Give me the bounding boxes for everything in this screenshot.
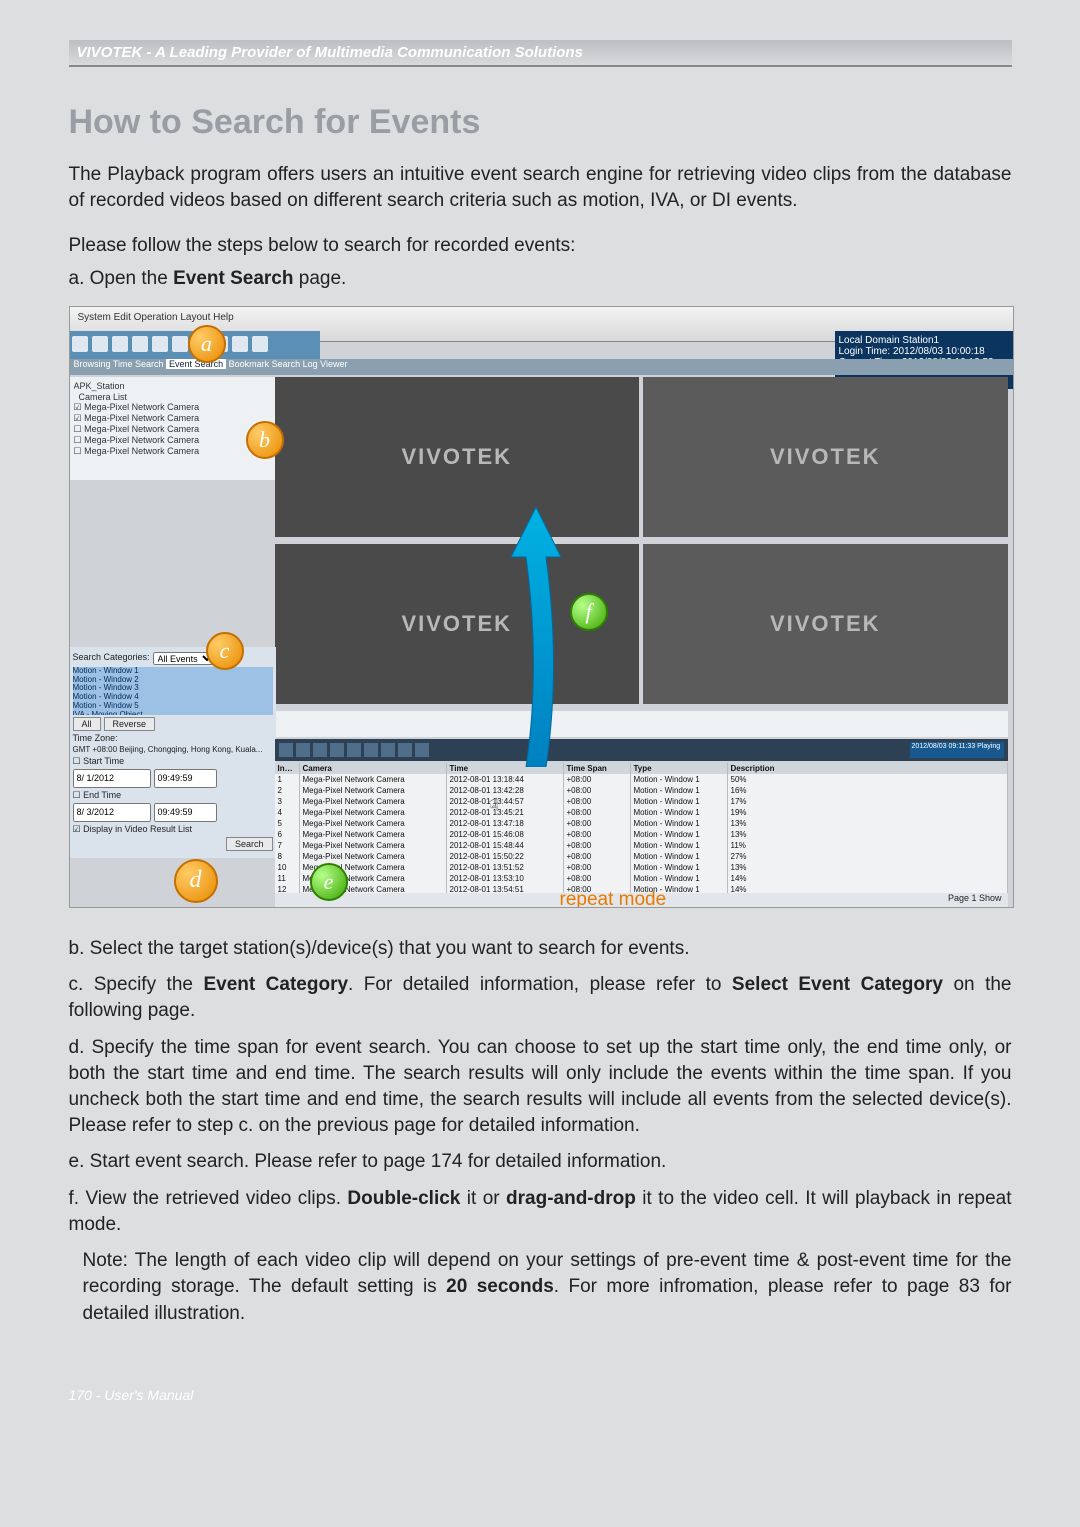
table-row[interactable]: 3Mega-Pixel Network Camera2012-08-01 13:…	[275, 796, 1008, 807]
col-description: Description	[728, 763, 1008, 774]
step-d: d. Specify the time span for event searc…	[69, 1035, 1012, 1140]
badge-c: c	[206, 632, 244, 670]
col-timespan: Time Span	[564, 763, 631, 774]
end-icon[interactable]	[415, 743, 429, 757]
display-checkbox[interactable]: ☑ Display in Video Result List	[73, 824, 192, 835]
ptz-icon[interactable]	[172, 336, 188, 352]
search-panel: Search Categories: All Events Motion - W…	[70, 647, 276, 858]
video-cell[interactable]: VIVOTEK	[643, 544, 1008, 704]
col-index: Index	[275, 763, 300, 774]
step-b: b. Select the target station(s)/device(s…	[69, 936, 1012, 962]
timezone-label: Time Zone:	[73, 733, 118, 743]
wizard-icon[interactable]	[92, 336, 108, 352]
table-row[interactable]: 4Mega-Pixel Network Camera2012-08-01 13:…	[275, 807, 1008, 818]
step-note: Note: The length of each video clip will…	[69, 1248, 1012, 1327]
rev-icon[interactable]	[364, 743, 378, 757]
tree-item[interactable]: ☐ Mega-Pixel Network Camera	[74, 446, 274, 457]
screenshot-figure: System Edit Operation Layout Help Local …	[69, 306, 1014, 908]
ff-icon[interactable]	[381, 743, 395, 757]
table-row[interactable]: 5Mega-Pixel Network Camera2012-08-01 13:…	[275, 818, 1008, 829]
timezone-value: GMT +08:00 Beijing, Chongqing, Hong Kong…	[73, 745, 263, 754]
power-icon[interactable]	[72, 336, 88, 352]
badge-d: d	[174, 859, 218, 903]
playback-controls: 2012/08/03 09:11:33 Playing	[275, 739, 1008, 761]
stop-icon[interactable]	[313, 743, 327, 757]
page-footer: 170 - User's Manual	[69, 1387, 1012, 1403]
list-item[interactable]: IVA - Moving Object	[73, 711, 273, 715]
tab-bookmark[interactable]: Bookmark Search	[229, 359, 303, 369]
video-cell[interactable]: VIVOTEK	[643, 377, 1008, 537]
tree-item[interactable]: ☐ Mega-Pixel Network Camera	[74, 435, 274, 446]
search-button[interactable]: Search	[226, 837, 273, 851]
step-f: f. View the retrieved video clips. Doubl…	[69, 1186, 1012, 1238]
end-time-checkbox[interactable]: ☐ End Time	[73, 790, 122, 801]
tab-eventsearch[interactable]: Event Search	[166, 359, 226, 369]
start-time-checkbox[interactable]: ☐ Start Time	[73, 756, 125, 767]
document-header: VIVOTEK - A Leading Provider of Multimed…	[69, 40, 1012, 67]
badge-b: b	[246, 421, 284, 459]
table-row[interactable]: 11Mega-Pixel Network Camera2012-08-01 13…	[275, 873, 1008, 884]
step-e: e. Start event search. Please refer to p…	[69, 1149, 1012, 1175]
col-time: Time	[447, 763, 564, 774]
table-row[interactable]: 1Mega-Pixel Network Camera2012-08-01 13:…	[275, 774, 1008, 785]
reverse-button[interactable]: Reverse	[104, 717, 156, 731]
record-icon[interactable]	[132, 336, 148, 352]
badge-a: a	[188, 325, 226, 363]
follow-steps-line: Please follow the steps below to search …	[69, 233, 1012, 259]
tree-item[interactable]: APK_Station	[74, 381, 274, 392]
intro-paragraph: The Playback program offers users an int…	[69, 162, 1012, 214]
end-time-input[interactable]	[154, 803, 217, 822]
snapshot-icon[interactable]	[152, 336, 168, 352]
col-type: Type	[631, 763, 728, 774]
video-grid: VIVOTEK VIVOTEK VIVOTEK VIVOTEK	[275, 377, 1008, 707]
tree-item[interactable]: Camera List	[74, 392, 274, 403]
device-tree[interactable]: APK_Station Camera List ☑ Mega-Pixel Net…	[70, 377, 278, 480]
search-categories-label: Search Categories:	[73, 652, 150, 665]
help-icon[interactable]	[232, 336, 248, 352]
table-row[interactable]: 7Mega-Pixel Network Camera2012-08-01 15:…	[275, 840, 1008, 851]
next-icon[interactable]	[398, 743, 412, 757]
end-date-input[interactable]	[73, 803, 151, 822]
tree-item[interactable]: ☐ Mega-Pixel Network Camera	[74, 424, 274, 435]
exit-icon[interactable]	[252, 336, 268, 352]
result-table: Index Camera Time Time Span Type Descrip…	[275, 763, 1008, 893]
category-listbox[interactable]: Motion - Window 1 Motion - Window 2 Moti…	[73, 667, 273, 715]
tab-timesearch[interactable]: Time Search	[113, 359, 166, 369]
page-title: How to Search for Events	[69, 103, 1012, 142]
tree-item[interactable]: ☑ Mega-Pixel Network Camera	[74, 413, 274, 424]
badge-e: e	[310, 863, 348, 901]
log-icon[interactable]	[112, 336, 128, 352]
start-date-input[interactable]	[73, 769, 151, 788]
badge-f: f	[570, 593, 608, 631]
instruction-list: b. Select the target station(s)/device(s…	[69, 936, 1012, 1327]
video-cell[interactable]: VIVOTEK	[275, 377, 640, 537]
all-button[interactable]: All	[73, 717, 101, 731]
table-row[interactable]: 10Mega-Pixel Network Camera2012-08-01 13…	[275, 862, 1008, 873]
playback-status: 2012/08/03 09:11:33 Playing	[910, 742, 1004, 758]
start-time-input[interactable]	[154, 769, 217, 788]
play-icon[interactable]	[330, 743, 344, 757]
repeat-mode-caption: repeat mode	[560, 889, 667, 908]
pause-icon[interactable]	[347, 743, 361, 757]
table-row[interactable]: 8Mega-Pixel Network Camera2012-08-01 15:…	[275, 851, 1008, 862]
tab-browsing[interactable]: Browsing	[74, 359, 111, 369]
col-camera: Camera	[300, 763, 447, 774]
step-a-line: a. Open the Event Search page.	[69, 266, 1012, 292]
tab-log[interactable]: Log Viewer	[303, 359, 348, 369]
table-row[interactable]: 6Mega-Pixel Network Camera2012-08-01 15:…	[275, 829, 1008, 840]
frame-icon[interactable]	[279, 743, 293, 757]
step-c: c. Specify the Event Category. For detai…	[69, 972, 1012, 1024]
loop-icon[interactable]	[296, 743, 310, 757]
table-row[interactable]: 2Mega-Pixel Network Camera2012-08-01 13:…	[275, 785, 1008, 796]
tree-item[interactable]: ☑ Mega-Pixel Network Camera	[74, 402, 274, 413]
timeline[interactable]	[275, 711, 1008, 737]
